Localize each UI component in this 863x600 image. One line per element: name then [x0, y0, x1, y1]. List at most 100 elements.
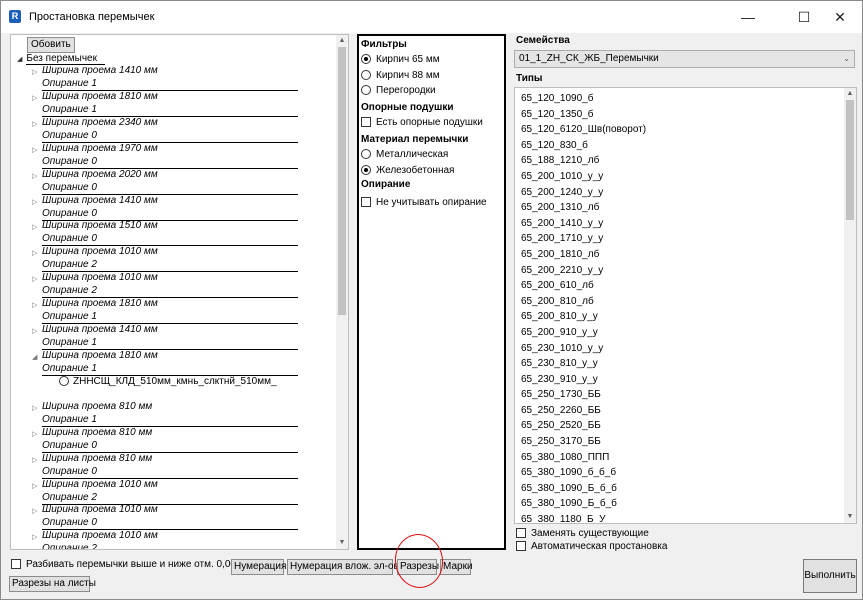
numbering-nested-button[interactable]: Нумерация влож. эл-ов	[287, 559, 399, 575]
brick-88-option[interactable]: Кирпич 88 мм	[361, 70, 440, 82]
expand-right-icon[interactable]: ▷	[32, 146, 37, 154]
expand-right-icon[interactable]: ▷	[32, 404, 37, 412]
expand-right-icon[interactable]: ▷	[32, 275, 37, 283]
checkbox-icon[interactable]	[361, 117, 371, 128]
type-list-item[interactable]: 65_200_2210_у_у	[521, 263, 646, 279]
type-list-item[interactable]: 65_230_810_у_у	[521, 356, 646, 372]
sections-button[interactable]: Разрезы	[397, 559, 439, 575]
expand-right-icon[interactable]: ▷	[32, 223, 37, 231]
opening-width-label: Ширина проема 1810 мм	[42, 349, 158, 361]
type-list-item[interactable]: 65_230_910_у_у	[521, 372, 646, 388]
checkbox-icon[interactable]	[361, 197, 371, 208]
types-scroll-thumb[interactable]	[846, 100, 854, 220]
support-label: Опирание 2	[42, 491, 97, 503]
partitions-label: Перегородки	[376, 85, 436, 96]
pads-label: Есть опорные подушки	[376, 117, 483, 128]
support-label: Опирание 0	[42, 181, 97, 193]
expand-right-icon[interactable]: ▷	[32, 456, 37, 464]
type-list-item[interactable]: 65_200_1410_у_у	[521, 216, 646, 232]
type-list-item[interactable]: 65_250_3170_ББ	[521, 434, 646, 450]
type-list-item[interactable]: 65_200_1010_у_у	[521, 169, 646, 185]
expand-right-icon[interactable]: ▷	[32, 327, 37, 335]
type-list-item[interactable]: 65_120_1350_б	[521, 107, 646, 123]
tree-leaf-item[interactable]: ZHНСЩ_КЛД_510мм_кмнь_слктнй_510мм_	[59, 376, 277, 388]
scroll-down-icon[interactable]: ▼	[844, 511, 856, 523]
opening-width-label: Ширина проема 1810 мм	[42, 298, 158, 310]
tree-scroll-thumb[interactable]	[338, 47, 346, 315]
scroll-up-icon[interactable]: ▲	[844, 88, 856, 100]
type-list-item[interactable]: 65_200_610_лб	[521, 278, 646, 294]
type-list-item[interactable]: 65_200_1810_лб	[521, 247, 646, 263]
expand-down-icon[interactable]: ◢	[32, 353, 37, 361]
expand-right-icon[interactable]: ▷	[32, 430, 37, 438]
types-scrollbar[interactable]: ▲ ▼	[844, 88, 856, 523]
lintel-tree[interactable]: Обовить ◢ Без перемычек ▷ Ширина проема 14…	[10, 34, 349, 550]
type-list-item[interactable]: 65_200_1310_лб	[521, 200, 646, 216]
opening-width-label: Ширина проема 1010 мм	[42, 530, 158, 542]
expand-down-icon[interactable]: ◢	[17, 56, 22, 63]
types-list[interactable]: 65_120_1090_б 65_120_1350_б 65_120_6120_Шв…	[514, 87, 857, 524]
type-list-item[interactable]: 65_200_910_у_у	[521, 325, 646, 341]
checkbox-icon[interactable]	[516, 528, 526, 539]
expand-right-icon[interactable]: ▷	[32, 198, 37, 206]
brick-65-option[interactable]: Кирпич 65 мм	[361, 54, 440, 66]
type-list-item[interactable]: 65_380_1090_Б_б_б	[521, 481, 646, 497]
type-list-item[interactable]: 65_250_1730_ББ	[521, 387, 646, 403]
expand-right-icon[interactable]: ▷	[32, 301, 37, 309]
expand-right-icon[interactable]: ▷	[32, 482, 37, 490]
type-list-item[interactable]: 65_200_1240_у_у	[521, 185, 646, 201]
partitions-option[interactable]: Перегородки	[361, 85, 436, 97]
marks-button[interactable]: Марки	[440, 559, 473, 575]
sections-to-sheets-button[interactable]: Разрезы на листы	[9, 576, 96, 592]
concrete-option[interactable]: Железобетонная	[361, 165, 454, 177]
scroll-up-icon[interactable]: ▲	[336, 35, 348, 47]
support-label: Опирание 0	[42, 233, 97, 245]
expand-right-icon[interactable]: ▷	[32, 249, 37, 257]
radio-icon[interactable]	[361, 70, 371, 81]
type-list-item[interactable]: 65_200_810_лб	[521, 294, 646, 310]
chevron-down-icon[interactable]: ⌄	[843, 51, 850, 67]
type-list-item[interactable]: 65_250_2260_ББ	[521, 403, 646, 419]
close-button[interactable]: ✕	[817, 1, 863, 33]
execute-button[interactable]: Выполнить	[803, 559, 857, 593]
radio-selected-icon[interactable]	[361, 54, 371, 65]
expand-right-icon[interactable]: ▷	[32, 94, 37, 102]
leaf-label: ZHНСЩ_КЛД_510мм_кмнь_слктнй_510мм_	[73, 376, 277, 387]
tree-scrollbar[interactable]: ▲ ▼	[336, 35, 348, 549]
radio-selected-icon[interactable]	[361, 165, 371, 176]
type-list-item[interactable]: 65_120_830_б	[521, 138, 646, 154]
type-list-item[interactable]: 65_380_1090_Б_б_б	[521, 496, 646, 512]
type-list-item[interactable]: 65_200_1710_у_у	[521, 231, 646, 247]
type-list-item[interactable]: 65_230_1010_у_у	[521, 341, 646, 357]
type-list-item[interactable]: 65_380_1080_ППП	[521, 450, 646, 466]
type-list-item[interactable]: 65_120_6120_Шв(поворот)	[521, 122, 646, 138]
expand-right-icon[interactable]: ▷	[32, 507, 37, 515]
split-checkbox[interactable]: Разбивать перемычки выше и ниже отм. 0,0…	[11, 559, 242, 571]
scroll-down-icon[interactable]: ▼	[336, 537, 348, 549]
ignore-support-checkbox[interactable]: Не учитывать опирание	[361, 197, 487, 209]
type-list-item[interactable]: 65_250_2520_ББ	[521, 418, 646, 434]
type-list-item[interactable]: 65_188_1210_лб	[521, 153, 646, 169]
expand-right-icon[interactable]: ▷	[32, 68, 37, 76]
pads-checkbox[interactable]: Есть опорные подушки	[361, 117, 483, 129]
type-list-item[interactable]: 65_380_1180_Б_У	[521, 512, 646, 523]
type-list-item[interactable]: 65_200_810_у_у	[521, 309, 646, 325]
minimize-button[interactable]: —	[725, 1, 771, 33]
tree-root[interactable]: ◢ Без перемычек	[17, 53, 105, 65]
expand-right-icon[interactable]: ▷	[32, 533, 37, 541]
radio-icon[interactable]	[361, 149, 371, 160]
numbering-button[interactable]: Нумерация	[231, 559, 286, 575]
checkbox-icon[interactable]	[11, 559, 21, 570]
expand-right-icon[interactable]: ▷	[32, 172, 37, 180]
radio-icon[interactable]	[361, 85, 371, 96]
replace-existing-checkbox[interactable]: Заменять существующие	[516, 528, 649, 540]
expand-right-icon[interactable]: ▷	[32, 120, 37, 128]
type-list-item[interactable]: 65_120_1090_б	[521, 91, 646, 107]
metal-option[interactable]: Металлическая	[361, 149, 448, 161]
family-select[interactable]: 01_1_ZH_СК_ЖБ_Перемычки ⌄	[514, 50, 855, 68]
checkbox-icon[interactable]	[516, 541, 526, 552]
auto-place-checkbox[interactable]: Автоматическая простановка	[516, 541, 667, 553]
types-items: 65_120_1090_б 65_120_1350_б 65_120_6120_Шв…	[521, 91, 646, 523]
type-list-item[interactable]: 65_380_1090_б_б_б	[521, 465, 646, 481]
refresh-button[interactable]: Обовить	[27, 37, 75, 53]
